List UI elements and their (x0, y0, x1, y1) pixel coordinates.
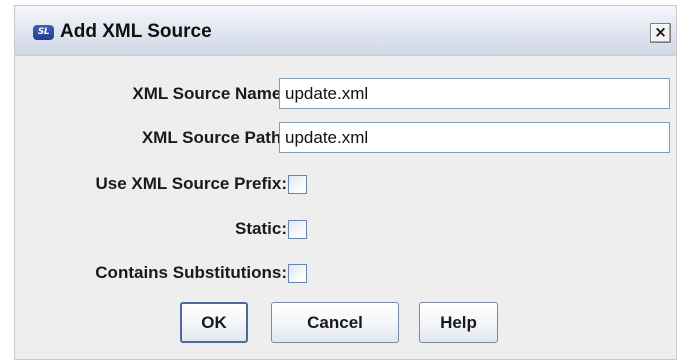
contains-substitutions-label: Contains Substitutions: (95, 263, 287, 282)
cancel-button[interactable]: Cancel (271, 302, 399, 343)
add-xml-source-dialog: SL Add XML Source × XML Source Name: XML… (14, 5, 677, 360)
source-path-label: XML Source Path: (141, 128, 287, 147)
source-name-label: XML Source Name: (132, 84, 287, 103)
source-path-field[interactable]: update.xml (279, 122, 670, 153)
help-button[interactable]: Help (419, 302, 498, 343)
use-prefix-label: Use XML Source Prefix: (95, 174, 287, 193)
ok-button[interactable]: OK (180, 302, 248, 343)
static-checkbox[interactable] (288, 220, 307, 239)
source-name-field[interactable]: update.xml (279, 78, 670, 109)
close-icon: × (654, 23, 667, 41)
use-prefix-checkbox[interactable] (288, 175, 307, 194)
static-label: Static: (235, 219, 287, 238)
close-button[interactable]: × (650, 23, 671, 43)
contains-substitutions-checkbox[interactable] (288, 264, 307, 283)
